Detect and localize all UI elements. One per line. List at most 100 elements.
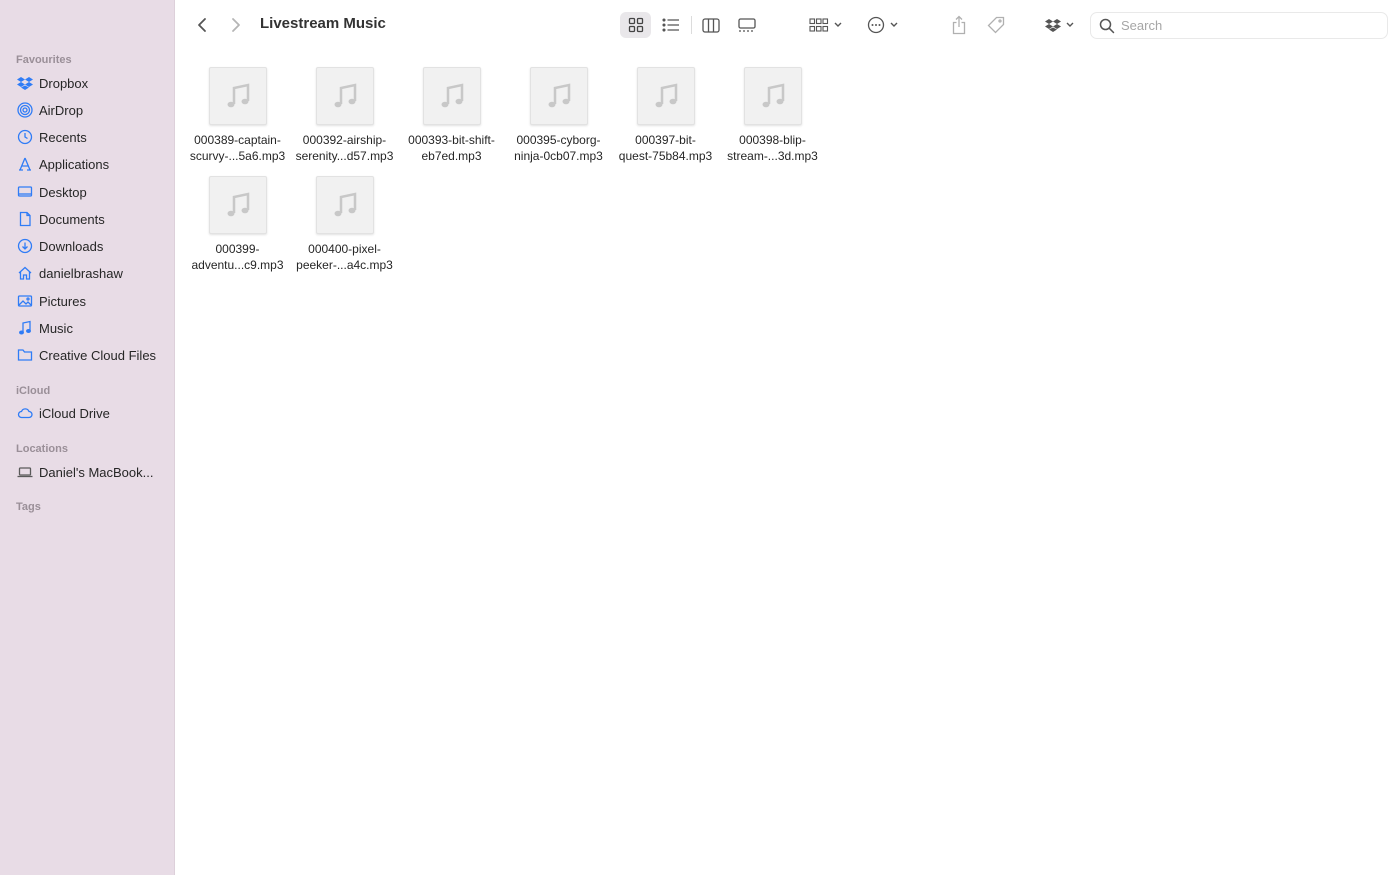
more-icon [867, 16, 885, 34]
sidebar: Favourites Dropbox AirDrop Recents Appli… [0, 0, 175, 875]
toolbar-divider [691, 16, 692, 34]
music-note-icon [334, 83, 356, 108]
sidebar-item-documents[interactable]: Documents [8, 207, 168, 231]
music-note-icon [655, 83, 677, 108]
sidebar-item-label: Daniel's MacBook... [39, 464, 154, 480]
file-item[interactable]: 000400-pixel-peeker-...a4c.mp3 [291, 176, 398, 284]
download-icon [17, 238, 33, 254]
search-icon [1099, 18, 1115, 33]
laptop-icon [17, 464, 33, 480]
folder-icon [17, 347, 33, 363]
search-field[interactable] [1090, 12, 1388, 39]
sidebar-item-label: Pictures [39, 293, 86, 309]
audio-file-thumbnail [208, 176, 267, 234]
file-name: 000400-pixel-peeker-...a4c.mp3 [296, 242, 393, 272]
file-name: 000395-cyborg-ninja-0cb07.mp3 [514, 133, 603, 163]
tag-button[interactable] [983, 12, 1009, 38]
audio-file-thumbnail [636, 67, 695, 125]
file-item[interactable]: 000393-bit-shift-eb7ed.mp3 [398, 67, 505, 175]
home-icon [17, 265, 33, 281]
sidebar-section-icloud: iCloud [16, 385, 51, 397]
audio-file-thumbnail [529, 67, 588, 125]
share-icon [952, 15, 966, 35]
grid-icon [628, 17, 643, 33]
window-title: Livestream Music [260, 15, 386, 32]
search-input[interactable] [1121, 18, 1371, 33]
tag-icon [987, 16, 1005, 34]
chevron-right-icon [232, 18, 240, 32]
chevron-down-icon [834, 22, 842, 27]
music-note-icon [762, 83, 784, 108]
sidebar-item-dropbox[interactable]: Dropbox [8, 71, 168, 95]
chevron-down-icon [890, 22, 898, 27]
sidebar-item-label: Documents [39, 211, 105, 227]
gallery-icon [738, 17, 756, 32]
file-name: 000399- adventu...c9.mp3 [191, 242, 284, 272]
sidebar-item-desktop[interactable]: Desktop [8, 180, 168, 204]
list-view-button[interactable] [657, 12, 685, 38]
sidebar-item-label: Creative Cloud Files [39, 347, 157, 363]
sidebar-item-label: Applications [39, 156, 110, 172]
music-note-icon [548, 83, 570, 108]
audio-file-thumbnail [743, 67, 802, 125]
sidebar-item-recents[interactable]: Recents [8, 125, 168, 149]
dropbox-menu-button[interactable] [1041, 12, 1079, 38]
file-name: 000389-captain-scurvy-...5a6.mp3 [189, 133, 286, 163]
sidebar-item-label: iCloud Drive [39, 405, 110, 421]
sidebar-item-label: Music [39, 320, 73, 336]
file-name: 000397-bit-quest-75b84.mp3 [618, 133, 713, 163]
chevron-down-icon [1066, 22, 1074, 27]
sidebar-item-music[interactable]: Music [8, 316, 168, 340]
sidebar-item-airdrop[interactable]: AirDrop [8, 98, 168, 122]
file-item[interactable]: 000389-captain-scurvy-...5a6.mp3 [184, 67, 291, 175]
dropbox-icon [1045, 19, 1061, 32]
music-icon [17, 320, 33, 336]
dropbox-icon [17, 75, 33, 91]
group-by-button[interactable] [806, 12, 846, 38]
audio-file-thumbnail [208, 67, 267, 125]
back-button[interactable] [192, 13, 212, 37]
gallery-view-button[interactable] [733, 12, 761, 38]
audio-file-thumbnail [315, 176, 374, 234]
document-icon [17, 211, 33, 227]
music-note-icon [227, 83, 249, 108]
sidebar-item-icloud-drive[interactable]: iCloud Drive [8, 401, 168, 425]
audio-file-thumbnail [315, 67, 374, 125]
file-item[interactable]: 000392-airship-serenity...d57.mp3 [291, 67, 398, 175]
file-name: 000392-airship-serenity...d57.mp3 [295, 133, 394, 163]
music-note-icon [334, 192, 356, 217]
applications-icon [17, 156, 33, 172]
airdrop-icon [17, 102, 33, 118]
file-item[interactable]: 000395-cyborg-ninja-0cb07.mp3 [505, 67, 612, 175]
sidebar-section-tags: Tags [16, 501, 41, 513]
file-item[interactable]: 000399- adventu...c9.mp3 [184, 176, 291, 284]
sidebar-item-applications[interactable]: Applications [8, 152, 168, 176]
list-icon [662, 18, 679, 32]
file-item[interactable]: 000398-blip-stream-...3d.mp3 [719, 67, 826, 175]
file-name: 000393-bit-shift-eb7ed.mp3 [408, 133, 495, 163]
columns-icon [702, 17, 720, 33]
sidebar-item-macbook[interactable]: Daniel's MacBook... [8, 460, 168, 484]
file-name: 000398-blip-stream-...3d.mp3 [727, 133, 818, 163]
sidebar-item-creative-cloud-files[interactable]: Creative Cloud Files [8, 343, 168, 367]
sidebar-item-downloads[interactable]: Downloads [8, 234, 168, 258]
sidebar-item-pictures[interactable]: Pictures [8, 289, 168, 313]
sidebar-item-label: danielbrashaw [39, 265, 123, 281]
desktop-icon [17, 184, 33, 200]
action-menu-button[interactable] [863, 12, 903, 38]
sidebar-item-home[interactable]: danielbrashaw [8, 261, 168, 285]
forward-button[interactable] [226, 13, 246, 37]
sidebar-section-favourites: Favourites [16, 54, 72, 66]
sidebar-item-label: Dropbox [39, 75, 89, 91]
file-item[interactable]: 000397-bit-quest-75b84.mp3 [612, 67, 719, 175]
group-icon [809, 18, 829, 32]
cloud-icon [17, 405, 33, 421]
sidebar-item-label: AirDrop [39, 102, 84, 118]
share-button[interactable] [946, 12, 972, 38]
music-note-icon [227, 192, 249, 217]
icon-view-button[interactable] [620, 12, 651, 38]
sidebar-item-label: Downloads [39, 238, 104, 254]
sidebar-item-label: Desktop [39, 184, 87, 200]
pictures-icon [17, 293, 33, 309]
column-view-button[interactable] [697, 12, 725, 38]
